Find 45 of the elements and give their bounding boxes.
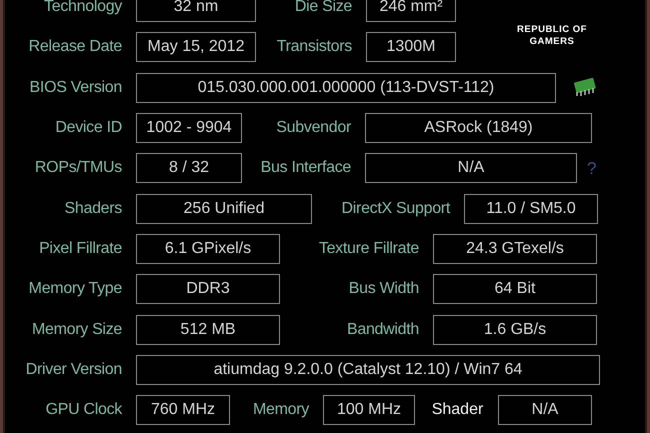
field-label: BIOS Version (28, 78, 123, 98)
value-field: 512 MB (136, 314, 280, 345)
value-field: May 15, 2012 (136, 32, 256, 62)
value-field: atiumdag 9.2.0.0 (Catalyst 12.10) / Win7 64 (136, 354, 600, 385)
value-field: 32 nm (136, 0, 256, 22)
value-field: 11.0 / SM5.0 (464, 194, 598, 224)
value-field: 1300M (366, 32, 456, 62)
field-label: Technology (43, 0, 124, 18)
value-field: 015.030.000.001.000000 (113-DVST-112) (136, 72, 556, 103)
field-label: Memory Size (30, 320, 123, 340)
field-label: Memory (252, 400, 310, 420)
value-field: 246 mm² (366, 0, 456, 22)
value-field: ASRock (1849) (365, 113, 592, 144)
field-label: ROPs/TMUs (34, 158, 123, 178)
field-label: GPU Clock (44, 400, 124, 420)
field-label: Bus Interface (260, 158, 352, 178)
field-label: Shaders (64, 198, 123, 219)
value-field: N/A (498, 395, 592, 426)
field-label: Transistors (276, 37, 353, 58)
value-field: 256 Unified (136, 194, 312, 224)
field-label: Shader (430, 400, 484, 420)
value-field: 8 / 32 (136, 153, 242, 184)
value-field: 1002 - 9904 (136, 113, 242, 144)
field-label: Bus Width (348, 279, 420, 300)
field-label: Pixel Fillrate (38, 238, 123, 259)
value-field: 64 Bit (433, 274, 597, 304)
value-field: 6.1 GPixel/s (136, 234, 280, 264)
field-label: Release Date (28, 37, 123, 58)
value-field: DDR3 (136, 274, 280, 304)
value-field: 1.6 GB/s (433, 314, 597, 345)
field-label: Texture Fillrate (318, 238, 420, 259)
field-label: Bandwidth (346, 320, 420, 340)
brand-logo: REPUBLIC OF GAMERS (516, 24, 588, 48)
field-label: DirectX Support (340, 198, 452, 219)
help-link[interactable]: ? (587, 156, 596, 182)
value-field: N/A (365, 153, 577, 184)
field-label: Subvendor (275, 118, 352, 138)
field-label: Memory Type (28, 279, 123, 300)
value-field: 100 MHz (323, 395, 415, 426)
chip-icon[interactable] (572, 76, 598, 98)
value-field: 24.3 GTexel/s (433, 234, 597, 264)
field-label: Device ID (54, 118, 123, 138)
value-field: 760 MHz (136, 395, 230, 426)
field-label: Driver Version (24, 360, 123, 380)
field-label: Die Size (294, 0, 353, 18)
